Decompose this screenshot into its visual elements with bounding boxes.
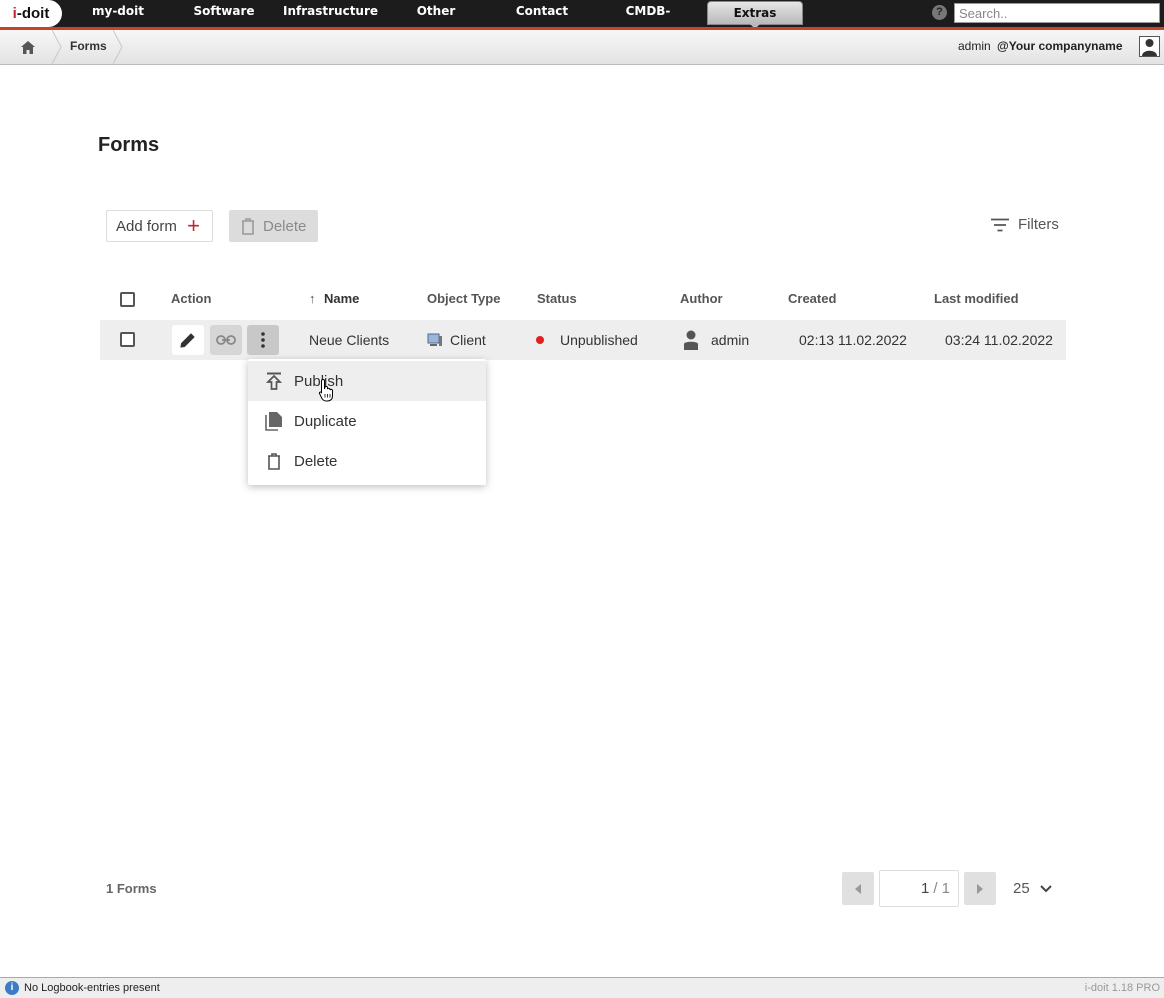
filter-icon — [991, 218, 1009, 231]
trash-icon — [268, 452, 280, 470]
menu-item-duplicate-label: Duplicate — [294, 412, 357, 430]
row-checkbox[interactable] — [120, 332, 135, 347]
menu-item-delete-label: Delete — [294, 452, 338, 470]
status-unpublished-icon — [536, 336, 544, 344]
row-object-type: Client — [450, 332, 486, 348]
home-icon — [20, 40, 35, 54]
publish-icon — [266, 372, 282, 390]
client-computer-icon — [427, 333, 442, 346]
chevron-right-icon — [977, 883, 983, 894]
nav-item-other[interactable]: Other — [410, 0, 462, 27]
column-header-created[interactable]: Created — [788, 291, 836, 306]
sort-asc-icon[interactable]: ↑ — [309, 291, 316, 306]
add-form-button[interactable]: Add form + — [106, 210, 213, 242]
status-bar: i No Logbook-entries present i-doit 1.18… — [0, 977, 1164, 998]
page-title: Forms — [98, 134, 160, 156]
row-author: admin — [711, 332, 750, 348]
column-header-last-modified[interactable]: Last modified — [934, 291, 1019, 306]
help-icon[interactable]: ? — [932, 5, 947, 20]
delete-button[interactable]: Delete — [229, 210, 318, 242]
menu-item-delete[interactable]: Delete — [248, 441, 486, 481]
row-actions-menu: Publish Duplicate Delete — [248, 359, 486, 485]
home-button[interactable] — [0, 30, 55, 64]
select-all-checkbox[interactable] — [120, 292, 135, 307]
hand-cursor-icon — [318, 378, 333, 402]
kebab-menu-icon — [261, 332, 265, 348]
user-name[interactable]: admin — [958, 39, 991, 53]
prev-page-button[interactable] — [842, 872, 874, 905]
column-header-action: Action — [171, 291, 212, 306]
filters-button[interactable]: Filters — [990, 216, 1059, 233]
info-icon: i — [5, 981, 19, 995]
person-icon — [684, 330, 698, 350]
per-page-select[interactable]: 25 — [1013, 880, 1052, 897]
page-number-input[interactable]: 1 / 1 — [879, 870, 959, 907]
nav-item-cmdb-explorer[interactable]: CMDB-Explorer — [598, 0, 698, 41]
link-icon — [216, 335, 236, 345]
row-created: 02:13 11.02.2022 — [799, 332, 907, 348]
row-name[interactable]: Neue Clients — [309, 332, 389, 348]
page-current: 1 — [920, 880, 930, 897]
logbook-status[interactable]: No Logbook-entries present — [24, 982, 160, 994]
delete-label: Delete — [263, 217, 307, 235]
pencil-icon — [180, 333, 195, 348]
nav-item-my-doit[interactable]: my-doit — [83, 0, 153, 27]
menu-item-publish[interactable]: Publish — [248, 361, 486, 401]
filters-label: Filters — [1018, 216, 1059, 233]
per-page-value: 25 — [1013, 880, 1030, 897]
nav-item-software[interactable]: Software — [188, 0, 260, 27]
duplicate-icon — [265, 412, 282, 431]
avatar[interactable] — [1139, 36, 1160, 57]
breadcrumb-separator — [52, 30, 62, 64]
user-icon — [1142, 39, 1157, 56]
column-header-status[interactable]: Status — [537, 291, 577, 306]
chevron-down-icon — [1039, 884, 1052, 892]
column-header-author[interactable]: Author — [680, 291, 723, 306]
column-header-object-type[interactable]: Object Type — [427, 291, 500, 306]
chevron-left-icon — [855, 883, 861, 894]
link-button[interactable] — [210, 325, 242, 355]
add-form-label: Add form — [116, 217, 177, 235]
trash-icon — [242, 217, 254, 235]
next-page-button[interactable] — [964, 872, 996, 905]
top-navigation: i -doit my-doit Software Infrastructure O… — [0, 0, 1164, 41]
row-last-modified: 03:24 11.02.2022 — [945, 332, 1053, 348]
nav-item-extras[interactable]: Extras — [707, 1, 803, 29]
breadcrumb: Forms admin @Your companyname — [0, 30, 1164, 65]
breadcrumb-forms[interactable]: Forms — [70, 39, 107, 53]
more-options-button[interactable] — [247, 325, 279, 355]
forms-count: 1 Forms — [106, 881, 157, 896]
page-total: / 1 — [933, 880, 950, 897]
edit-button[interactable] — [172, 325, 204, 355]
column-header-name[interactable]: Name — [324, 291, 359, 306]
nav-item-infrastructure[interactable]: Infrastructure — [283, 0, 378, 27]
company-name[interactable]: @Your companyname — [997, 39, 1123, 53]
menu-item-duplicate[interactable]: Duplicate — [248, 401, 486, 441]
nav-item-contact[interactable]: Contact — [512, 0, 572, 27]
version-label: i-doit 1.18 PRO — [1084, 982, 1160, 994]
app-logo[interactable]: i -doit — [0, 0, 62, 27]
plus-icon: + — [187, 213, 200, 238]
row-status: Unpublished — [560, 332, 638, 348]
search-input[interactable] — [954, 3, 1160, 23]
breadcrumb-separator — [113, 30, 123, 64]
